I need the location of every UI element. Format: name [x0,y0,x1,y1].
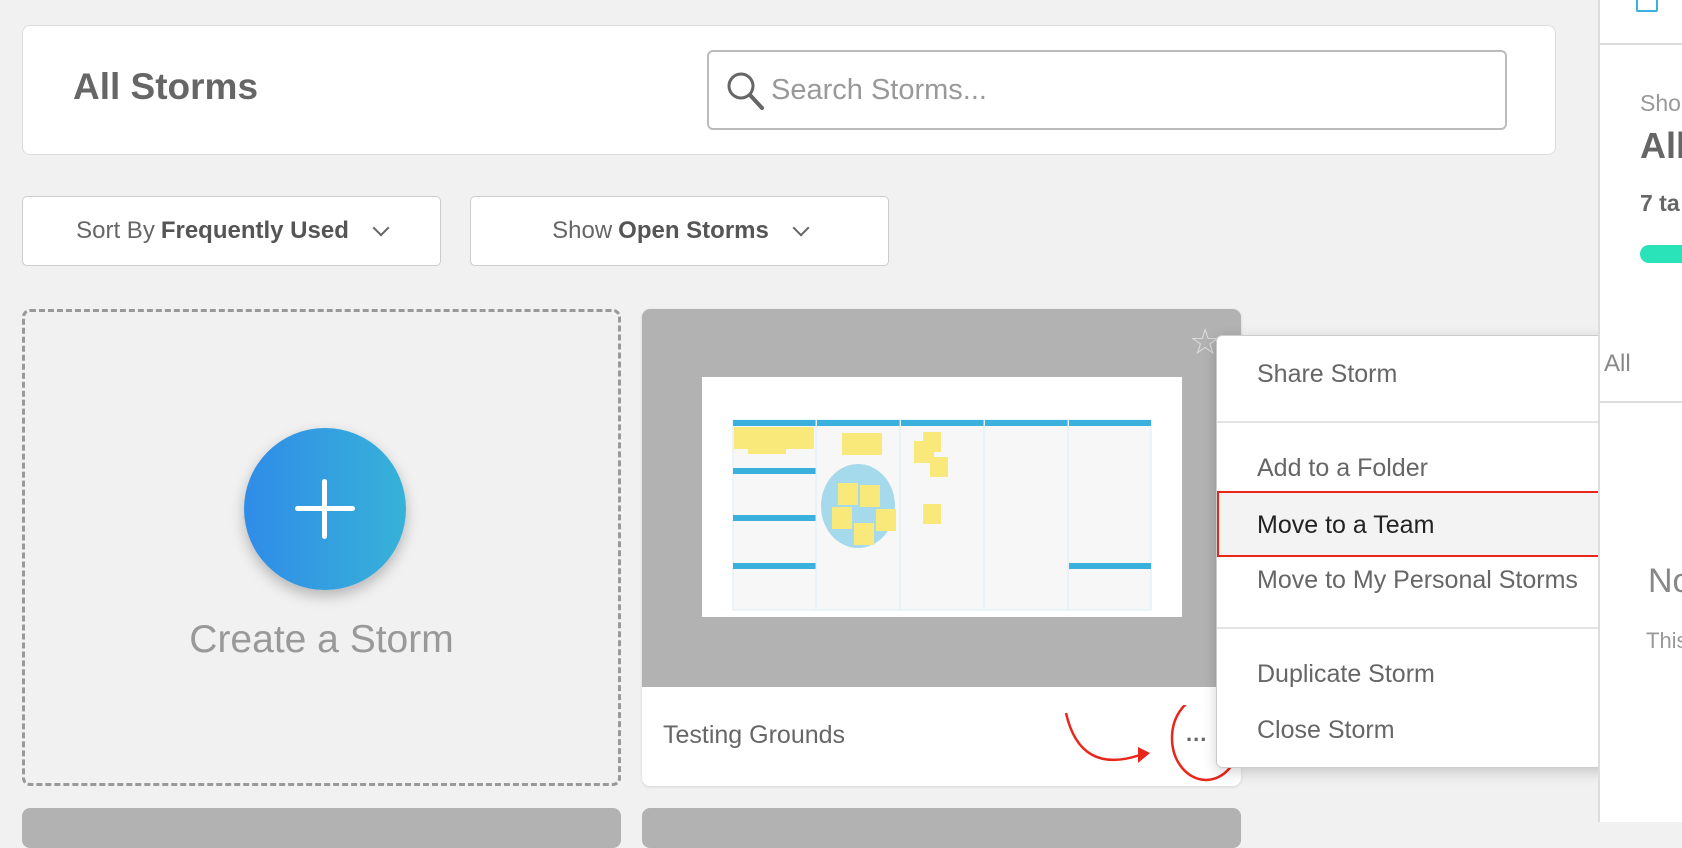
tab-all[interactable]: All [1604,350,1631,378]
storm-card-row2-2[interactable] [642,808,1241,848]
task-count: 7 ta [1640,190,1680,216]
empty-text: This [1646,628,1682,653]
search-input[interactable] [771,70,1471,110]
storm-card-row2-1[interactable] [22,808,621,848]
filter-title: All [1640,125,1682,166]
menu-divider [1217,627,1646,629]
sort-dropdown[interactable]: Sort By Frequently Used [22,196,441,266]
show-dropdown[interactable]: Show Open Storms [470,196,889,266]
right-panel: Sho All 7 ta All No This [1598,0,1682,822]
menu-item-label: Move to a Team [1257,511,1435,539]
divider [1600,43,1682,45]
show-value: Open Storms [618,217,769,244]
header-card: All Storms [22,25,1556,155]
show-prefix: Show [552,217,613,244]
sort-prefix: Sort By [76,217,155,244]
create-storm-card[interactable]: Create a Storm [22,309,621,786]
storm-thumbnail-area[interactable]: ☆ [642,309,1241,687]
plus-icon[interactable] [244,428,406,590]
menu-item-add-to-folder[interactable]: Add to a Folder [1257,454,1428,483]
create-storm-label: Create a Storm [189,618,454,661]
storm-name: Testing Grounds [663,721,846,749]
show-label: Sho [1640,90,1681,116]
chevron-down-icon [372,219,390,237]
empty-title: No [1648,562,1682,600]
page-title: All Storms [73,66,259,107]
menu-item-move-to-personal[interactable]: Move to My Personal Storms [1257,566,1578,595]
progress-bar [1640,245,1682,263]
menu-item-share-storm[interactable]: Share Storm [1257,360,1397,389]
board-preview [732,419,1152,611]
storm-context-menu: Share Storm Add to a Folder Move to a Te… [1216,335,1647,768]
sort-value: Frequently Used [160,217,349,244]
menu-divider [1217,421,1646,423]
menu-item-move-to-team[interactable]: Move to a Team [1217,491,1646,557]
storm-thumbnail [702,377,1182,617]
checkbox-icon[interactable] [1636,0,1658,12]
menu-item-close-storm[interactable]: Close Storm [1257,716,1395,745]
menu-item-duplicate-storm[interactable]: Duplicate Storm [1257,660,1435,689]
divider [1600,401,1682,403]
search-icon [727,72,764,110]
chevron-down-icon [792,219,810,237]
search-box[interactable] [707,50,1507,130]
